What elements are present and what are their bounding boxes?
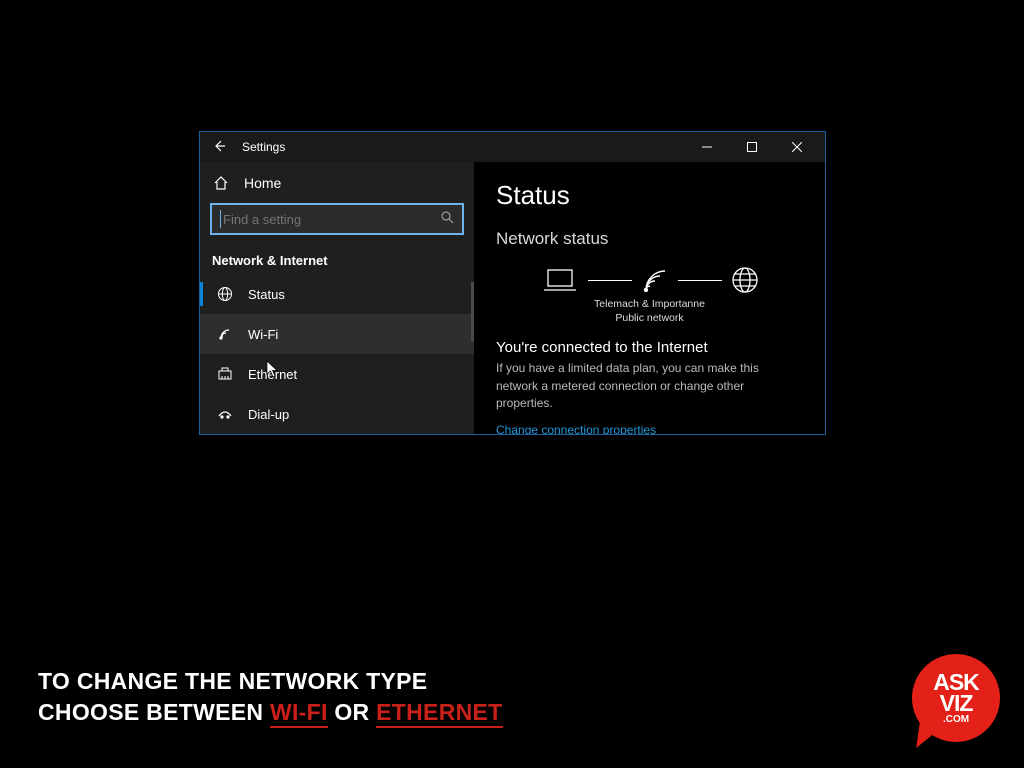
sidebar-nav: Status Wi-Fi Ethernet — [200, 274, 474, 434]
highlight-ethernet: ETHERNET — [376, 699, 502, 728]
network-type: Public network — [496, 311, 803, 325]
change-connection-link[interactable]: Change connection properties — [496, 423, 803, 434]
sidebar-item-label: Wi-Fi — [248, 327, 278, 342]
caption-line-2: CHOOSE BETWEEN WI-FI OR ETHERNET — [38, 697, 503, 728]
sidebar-item-label: Status — [248, 287, 285, 302]
search-input[interactable] — [223, 212, 441, 227]
back-button[interactable] — [210, 139, 228, 156]
logo-text: ASK VIZ .COM — [912, 654, 1000, 742]
sidebar-item-ethernet[interactable]: Ethernet — [200, 354, 474, 394]
tutorial-caption: TO CHANGE THE NETWORK TYPE CHOOSE BETWEE… — [38, 666, 503, 728]
globe-icon — [730, 265, 760, 295]
sidebar-item-wifi[interactable]: Wi-Fi — [200, 314, 474, 354]
highlight-wifi: WI-FI — [270, 699, 328, 728]
text-caret — [220, 210, 221, 228]
page-subheading: Network status — [496, 229, 803, 249]
sidebar-item-label: Ethernet — [248, 367, 297, 382]
wifi-icon — [216, 326, 234, 342]
home-label: Home — [244, 175, 281, 191]
network-diagram — [496, 265, 803, 295]
caption-line-1: TO CHANGE THE NETWORK TYPE — [38, 666, 503, 697]
sidebar-item-status[interactable]: Status — [200, 274, 474, 314]
content-pane: Status Network status Telemach & Importa… — [474, 162, 825, 434]
window-body: Home Network & Internet Status — [200, 162, 825, 434]
wifi-signal-icon — [640, 266, 670, 294]
ethernet-icon — [216, 366, 234, 382]
sidebar-scroll-thumb[interactable] — [471, 282, 474, 342]
laptop-icon — [540, 266, 580, 294]
page-heading: Status — [496, 180, 803, 211]
sidebar-item-label: Dial-up — [248, 407, 289, 422]
globe-icon — [216, 286, 234, 302]
maximize-icon — [747, 142, 757, 152]
window-title: Settings — [228, 140, 285, 154]
network-ssid: Telemach & Importanne — [496, 297, 803, 311]
search-icon — [441, 211, 454, 227]
diagram-caption: Telemach & Importanne Public network — [496, 297, 803, 325]
maximize-button[interactable] — [729, 132, 774, 162]
close-button[interactable] — [774, 132, 819, 162]
connected-description: If you have a limited data plan, you can… — [496, 360, 803, 412]
connector-line — [678, 280, 722, 281]
sidebar: Home Network & Internet Status — [200, 162, 474, 434]
titlebar: Settings — [200, 132, 825, 162]
arrow-left-icon — [212, 139, 226, 153]
sidebar-section-title: Network & Internet — [200, 243, 474, 274]
dialup-icon — [216, 406, 234, 422]
minimize-button[interactable] — [684, 132, 729, 162]
minimize-icon — [702, 142, 712, 152]
sidebar-item-dialup[interactable]: Dial-up — [200, 394, 474, 434]
home-icon — [212, 175, 230, 191]
home-button[interactable]: Home — [200, 162, 474, 203]
connector-line — [588, 280, 632, 281]
close-icon — [792, 142, 802, 152]
search-input-wrap[interactable] — [210, 203, 464, 235]
askviz-logo: ASK VIZ .COM — [912, 654, 1000, 742]
connected-title: You're connected to the Internet — [496, 339, 803, 356]
settings-window: Settings Home — [199, 131, 826, 435]
